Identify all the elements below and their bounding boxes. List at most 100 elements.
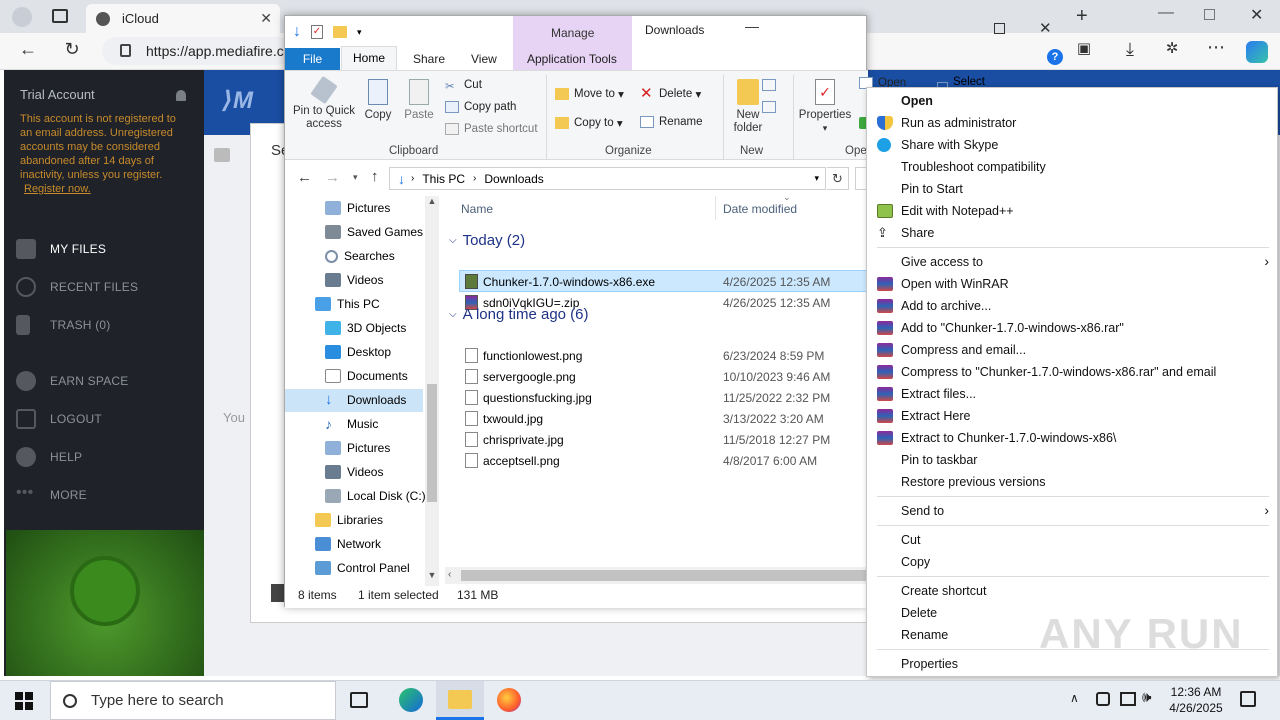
- menu-pin-taskbar[interactable]: Pin to taskbar: [867, 449, 1279, 471]
- ribbon-tab-home[interactable]: Home: [341, 46, 397, 71]
- file-row[interactable]: servergoogle.png 10/10/2023 9:46 AM: [459, 366, 868, 387]
- cut-button[interactable]: ✂ Cut: [445, 79, 482, 93]
- delete-button[interactable]: ✕ Delete ▾: [640, 86, 701, 101]
- close-browser-icon[interactable]: ✕: [1250, 5, 1263, 25]
- sidebar-item-recent[interactable]: RECENT FILES: [16, 277, 138, 297]
- register-link[interactable]: Register now.: [24, 183, 91, 195]
- menu-pin-start[interactable]: Pin to Start: [867, 178, 1279, 200]
- address-bar[interactable]: https://app.mediafire.c: [102, 37, 292, 65]
- path-dropdown-icon[interactable]: ▾: [814, 173, 819, 184]
- close-tab-icon[interactable]: ✕: [260, 10, 272, 27]
- sidebar-item-help[interactable]: HELP: [16, 447, 82, 467]
- horizontal-scroll-thumb[interactable]: [461, 570, 868, 581]
- nav-saved-games[interactable]: Saved Games: [325, 221, 423, 243]
- up-arrow-icon[interactable]: ↑: [371, 168, 379, 185]
- more-menu-icon[interactable]: ⋯: [1204, 37, 1228, 58]
- menu-compress-to-rar-email[interactable]: Compress to "Chunker-1.7.0-windows-x86.r…: [867, 361, 1279, 383]
- file-row[interactable]: acceptsell.png 4/8/2017 6:00 AM: [459, 450, 868, 471]
- copilot-icon[interactable]: [1246, 41, 1268, 63]
- scroll-left-icon[interactable]: ‹: [448, 569, 451, 580]
- explorer-close-icon[interactable]: ✕: [1039, 19, 1052, 37]
- menu-add-to-rar[interactable]: Add to "Chunker-1.7.0-windows-x86.rar": [867, 317, 1279, 339]
- nav-pictures-2[interactable]: Pictures: [325, 437, 390, 459]
- file-explorer-icon[interactable]: [448, 690, 472, 709]
- menu-copy[interactable]: Copy: [867, 551, 1279, 573]
- breadcrumb-downloads[interactable]: Downloads: [484, 172, 543, 186]
- move-to-button[interactable]: Move to ▾: [555, 87, 624, 101]
- nav-3d-objects[interactable]: 3D Objects: [325, 317, 406, 339]
- help-icon[interactable]: ?: [1047, 49, 1063, 65]
- nav-downloads[interactable]: ↓ Downloads: [325, 389, 406, 411]
- panel-add-icon[interactable]: [271, 584, 285, 602]
- sidebar-item-my-files[interactable]: MY FILES: [16, 239, 106, 259]
- nav-scrollbar[interactable]: ▲ ▼: [425, 196, 439, 586]
- column-date-header[interactable]: Date modified: [723, 202, 797, 216]
- task-view-icon[interactable]: [350, 692, 368, 708]
- nav-libraries[interactable]: Libraries: [315, 509, 383, 531]
- group-today[interactable]: ⌵ Today (2): [449, 232, 525, 249]
- menu-open[interactable]: Open: [867, 90, 1279, 112]
- notification-icon[interactable]: [1240, 691, 1256, 707]
- menu-add-archive[interactable]: Add to archive...: [867, 295, 1279, 317]
- sidebar-item-earn-space[interactable]: EARN SPACE: [16, 371, 128, 391]
- menu-give-access[interactable]: Give access to ›: [867, 251, 1279, 273]
- menu-restore-versions[interactable]: Restore previous versions: [867, 471, 1279, 493]
- clock[interactable]: 12:36 AM 4/26/2025: [1164, 684, 1228, 716]
- menu-cut[interactable]: Cut: [867, 529, 1279, 551]
- sidebar-item-more[interactable]: ••• MORE: [16, 485, 87, 505]
- menu-extract-here[interactable]: Extract Here: [867, 405, 1279, 427]
- path-box[interactable]: ↓ › This PC › Downloads ▾: [389, 167, 826, 190]
- menu-extract-files[interactable]: Extract files...: [867, 383, 1279, 405]
- tray-overflow-icon[interactable]: ∧: [1070, 691, 1079, 705]
- extensions-icon[interactable]: ✲: [1160, 39, 1184, 57]
- copy-path-button[interactable]: Copy path: [445, 101, 516, 113]
- group-long-ago[interactable]: ⌵ A long time ago (6): [449, 306, 589, 323]
- network-icon[interactable]: [1120, 692, 1136, 706]
- file-row[interactable]: functionlowest.png 6/23/2024 8:59 PM: [459, 345, 868, 366]
- nav-music[interactable]: ♪ Music: [325, 413, 378, 435]
- menu-open-winrar[interactable]: Open with WinRAR: [867, 273, 1279, 295]
- back-arrow-icon[interactable]: ←: [297, 169, 312, 186]
- tray-device-icon[interactable]: [1096, 692, 1110, 706]
- sidebar-item-logout[interactable]: LOGOUT: [16, 409, 102, 429]
- nav-this-pc[interactable]: This PC: [315, 293, 380, 315]
- customize-dropdown-icon[interactable]: ▾: [357, 27, 362, 38]
- ribbon-tab-share[interactable]: Share: [413, 52, 445, 66]
- menu-compress-email[interactable]: Compress and email...: [867, 339, 1279, 361]
- properties-check-icon[interactable]: ✓: [311, 25, 323, 39]
- menu-send-to[interactable]: Send to ›: [867, 500, 1279, 522]
- menu-edit-notepadpp[interactable]: Edit with Notepad++: [867, 200, 1279, 222]
- nav-videos-2[interactable]: Videos: [325, 461, 383, 483]
- ribbon-tab-application-tools[interactable]: Application Tools: [527, 52, 617, 66]
- rename-button[interactable]: Rename: [640, 116, 702, 128]
- nav-local-disk[interactable]: Local Disk (C:): [325, 485, 426, 507]
- menu-share-skype[interactable]: Share with Skype: [867, 134, 1279, 156]
- properties-button[interactable]: ✓ Properties ▾: [797, 79, 853, 135]
- edge-icon[interactable]: [399, 688, 423, 712]
- start-windows-icon[interactable]: [15, 692, 33, 710]
- firefox-icon[interactable]: [497, 688, 521, 712]
- minimize-browser-icon[interactable]: —: [1158, 4, 1174, 22]
- downloads-icon[interactable]: ⤓: [1118, 39, 1142, 60]
- menu-extract-to-folder[interactable]: Extract to Chunker-1.7.0-windows-x86\: [867, 427, 1279, 449]
- upgrade-promo[interactable]: [6, 530, 204, 676]
- collections-icon[interactable]: ▣: [1072, 39, 1096, 57]
- ribbon-tab-file[interactable]: File: [285, 48, 340, 70]
- menu-run-as-admin[interactable]: Run as administrator: [867, 112, 1279, 134]
- nav-scroll-down-icon[interactable]: ▼: [425, 570, 439, 586]
- file-row[interactable]: questionsfucking.jpg 11/25/2022 2:32 PM: [459, 387, 868, 408]
- nav-pictures[interactable]: Pictures: [325, 197, 390, 219]
- sidebar-item-trash[interactable]: TRASH (0): [16, 315, 110, 335]
- nav-documents[interactable]: Documents: [325, 365, 408, 387]
- nav-control-panel[interactable]: Control Panel: [315, 557, 410, 579]
- explorer-restore-icon[interactable]: [994, 23, 1005, 34]
- nav-desktop[interactable]: Desktop: [325, 341, 391, 363]
- paste-shortcut-button[interactable]: Paste shortcut: [445, 123, 538, 135]
- file-row[interactable]: Chunker-1.7.0-windows-x86.exe 4/26/2025 …: [459, 271, 868, 292]
- copy-to-button[interactable]: Copy to ▾: [555, 116, 623, 130]
- down-arrow-icon[interactable]: ↓: [293, 23, 301, 41]
- tab-actions-icon[interactable]: [52, 9, 68, 23]
- new-folder-icon[interactable]: [333, 26, 347, 38]
- explorer-minimize-icon[interactable]: —: [745, 18, 765, 38]
- copy-button[interactable]: Copy: [361, 79, 395, 122]
